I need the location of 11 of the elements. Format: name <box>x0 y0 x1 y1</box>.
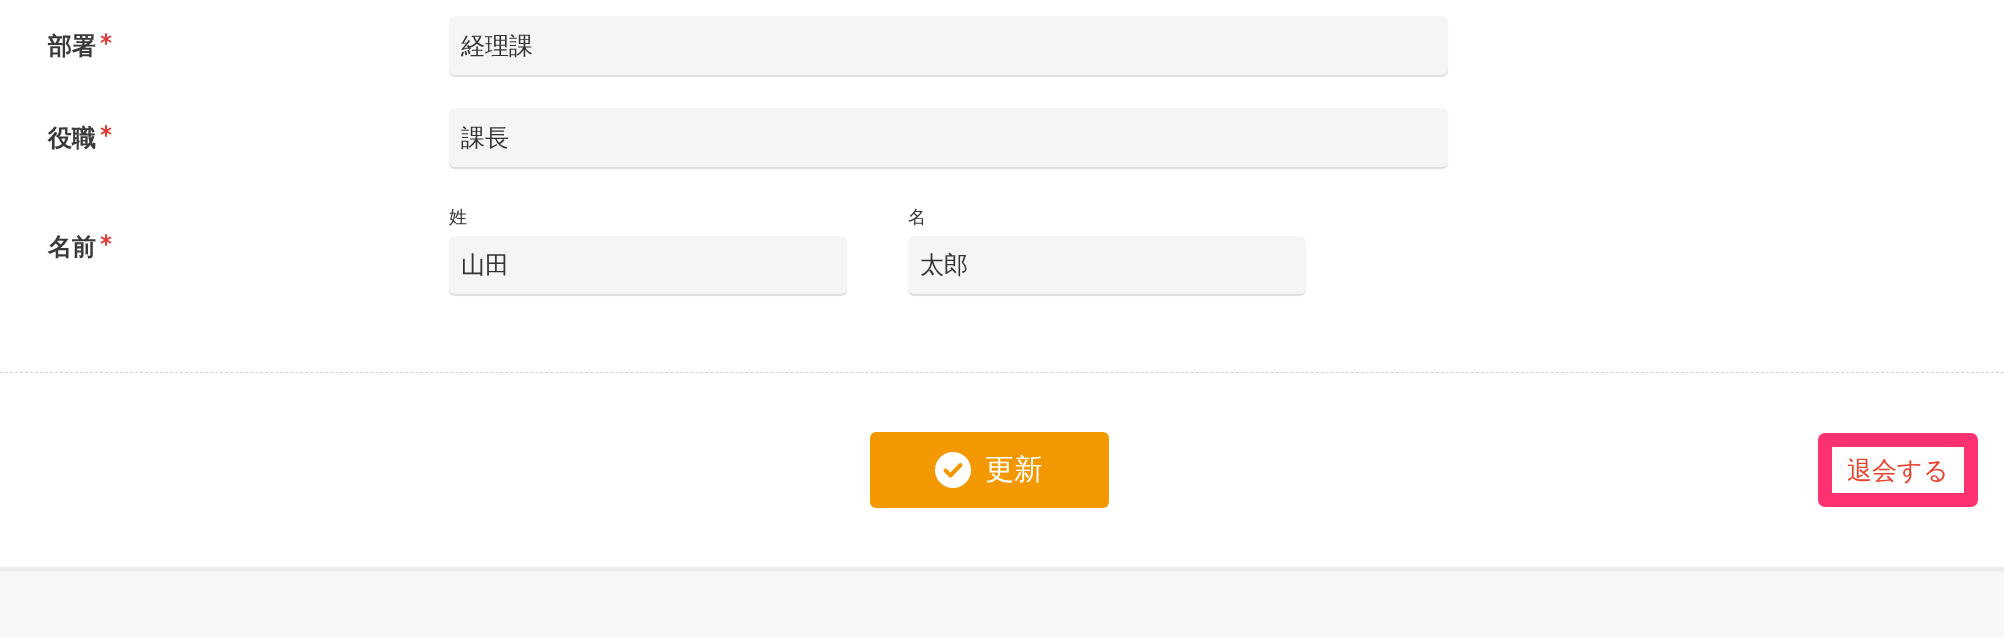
text-field[interactable]: 課長 <box>449 108 1448 167</box>
text-field[interactable]: 経理課 <box>449 16 1448 75</box>
field-label: 名 <box>908 206 926 228</box>
check-circle-icon <box>935 452 971 488</box>
field-label: 役職 <box>48 122 96 153</box>
field-label: 姓 <box>449 206 467 228</box>
field-label: 部署 <box>48 30 96 61</box>
text-field[interactable]: 太郎 <box>908 236 1306 294</box>
field-label: 名前 <box>48 232 96 262</box>
text-field[interactable]: 山田 <box>449 236 847 294</box>
withdraw-button[interactable]: 退会する <box>1818 433 1978 507</box>
